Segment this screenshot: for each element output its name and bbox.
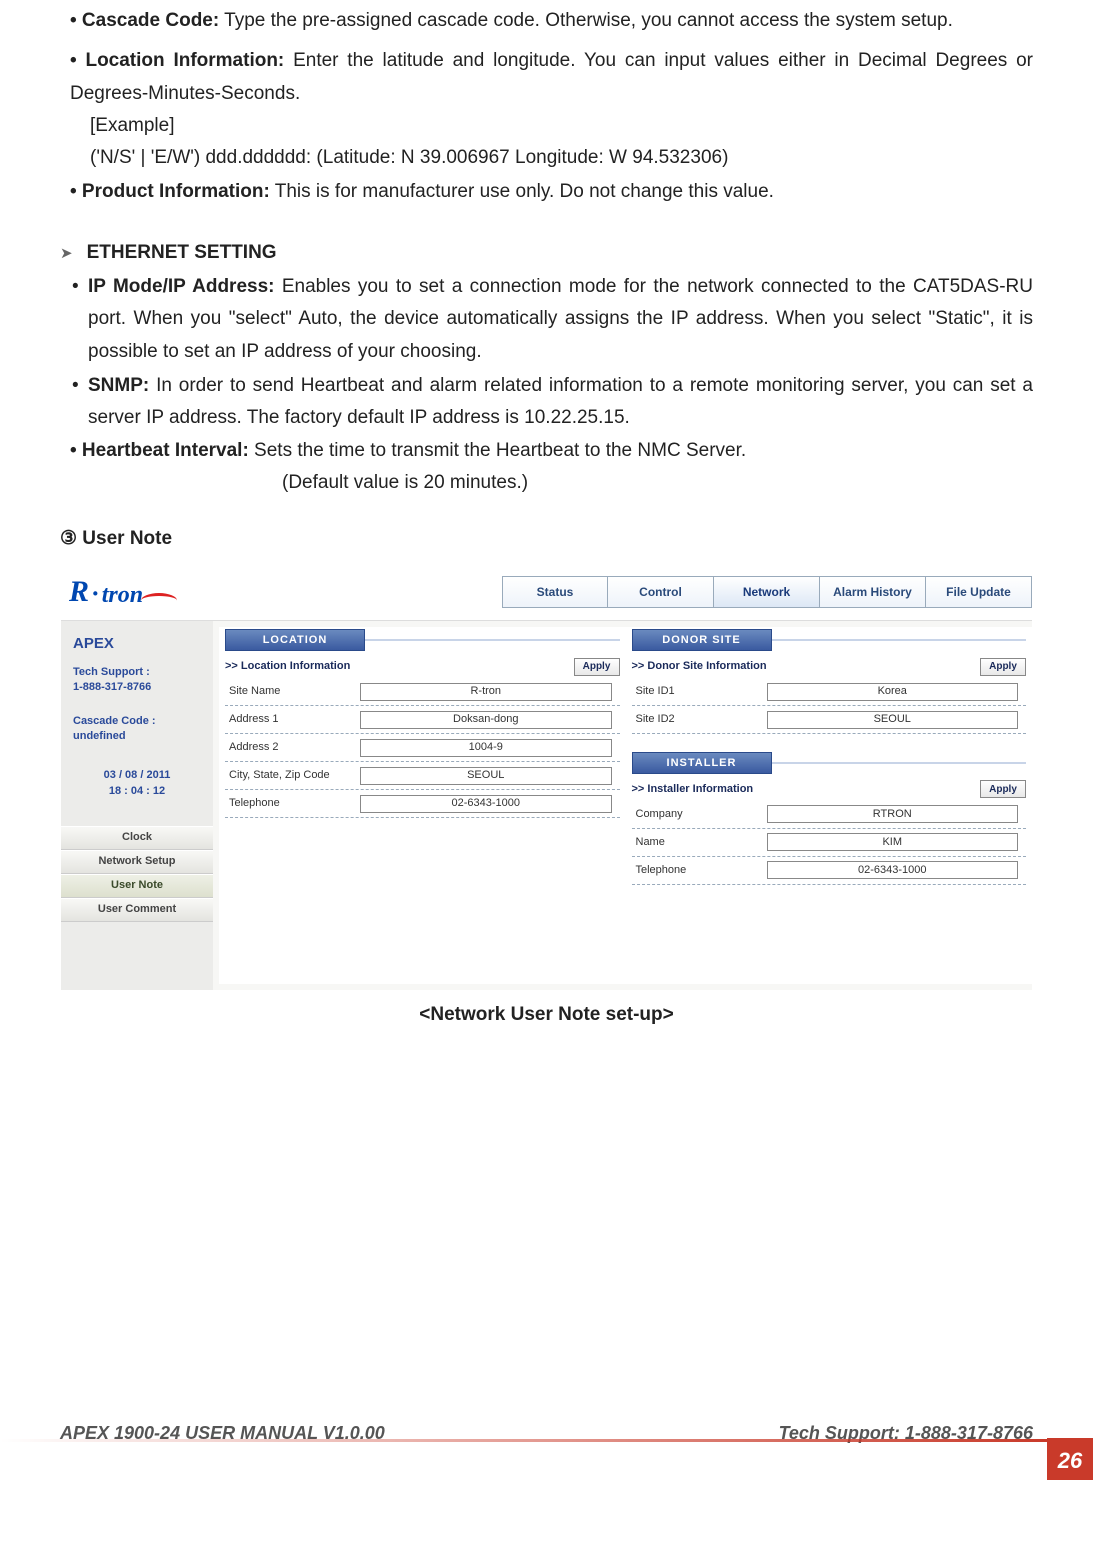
top-tabs: Status Control Network Alarm History Fil… <box>502 576 1032 608</box>
logo-swoosh-icon <box>145 589 181 609</box>
donor-siteid1-label: Site ID1 <box>632 682 767 701</box>
sidebar-item-network-setup[interactable]: Network Setup <box>61 850 213 874</box>
sidebar-cascade-label: Cascade Code : <box>73 714 201 729</box>
tab-control[interactable]: Control <box>608 576 714 608</box>
loc-sitename-input[interactable]: R-tron <box>360 683 612 701</box>
sidebar-brand: APEX <box>61 621 213 661</box>
cascade-code-text: Type the pre-assigned cascade code. Othe… <box>219 10 953 31</box>
bullet-icon: • <box>72 370 88 435</box>
loc-address1-input[interactable]: Doksan-dong <box>360 711 612 729</box>
heartbeat-para: • Heartbeat Interval: Sets the time to t… <box>60 435 1033 467</box>
donor-siteid1-input[interactable]: Korea <box>767 683 1019 701</box>
product-info-text: This is for manufacturer use only. Do no… <box>270 181 774 202</box>
donor-apply-button[interactable]: Apply <box>980 658 1026 676</box>
donor-subheader: >> Donor Site Information <box>632 657 767 676</box>
loc-sitename-label: Site Name <box>225 682 360 701</box>
location-header: LOCATION <box>225 629 365 651</box>
heartbeat-label: • Heartbeat Interval: <box>70 440 249 461</box>
right-panels: DONOR SITE >> Donor Site Information App… <box>626 627 1033 984</box>
sidebar-time: 18 : 04 : 12 <box>73 783 201 800</box>
loc-address2-input[interactable]: 1004-9 <box>360 739 612 757</box>
ipmode-label: IP Mode/IP Address: <box>88 276 274 297</box>
loc-city-input[interactable]: SEOUL <box>360 767 612 785</box>
ethernet-title: ETHERNET SETTING <box>87 237 277 269</box>
donor-header: DONOR SITE <box>632 629 772 651</box>
sidebar-item-clock[interactable]: Clock <box>61 826 213 850</box>
ethernet-heading: ➤ ETHERNET SETTING <box>60 237 1033 269</box>
installer-apply-button[interactable]: Apply <box>980 780 1026 798</box>
user-note-title: ③ User Note <box>60 523 1033 555</box>
sidebar-date: 03 / 08 / 2011 <box>73 767 201 784</box>
sidebar-tech-phone: 1-888-317-8766 <box>73 680 201 695</box>
tab-network[interactable]: Network <box>714 576 820 608</box>
sidebar-cascade-value: undefined <box>73 729 201 744</box>
installer-header: INSTALLER <box>632 752 772 774</box>
loc-address1-label: Address 1 <box>225 710 360 729</box>
inst-telephone-label: Telephone <box>632 861 767 880</box>
inst-name-label: Name <box>632 833 767 852</box>
cascade-code-para: • Cascade Code: Type the pre-assigned ca… <box>60 5 1033 37</box>
tab-alarm-history[interactable]: Alarm History <box>820 576 926 608</box>
sidebar-datetime: 03 / 08 / 2011 18 : 04 : 12 <box>61 749 213 804</box>
location-panel: LOCATION >> Location Information Apply S… <box>219 627 626 984</box>
inst-company-label: Company <box>632 805 767 824</box>
location-apply-button[interactable]: Apply <box>574 658 620 676</box>
inst-company-input[interactable]: RTRON <box>767 805 1019 823</box>
loc-address2-label: Address 2 <box>225 738 360 757</box>
donor-siteid2-input[interactable]: SEOUL <box>767 711 1019 729</box>
sidebar-item-user-note[interactable]: User Note <box>61 874 213 898</box>
rtron-logo: R·tron <box>61 575 181 609</box>
location-subheader: >> Location Information <box>225 657 350 676</box>
product-info-label: • Product Information: <box>70 181 270 202</box>
loc-telephone-label: Telephone <box>225 794 360 813</box>
cascade-code-label: • Cascade Code: <box>70 10 219 31</box>
sidebar-cascade: Cascade Code : undefined <box>61 710 213 749</box>
snmp-text: In order to send Heartbeat and alarm rel… <box>88 375 1033 428</box>
heartbeat-text: Sets the time to transmit the Heartbeat … <box>249 440 746 461</box>
sidebar: APEX Tech Support : 1-888-317-8766 Casca… <box>61 621 213 990</box>
location-info-label: • Location Information: <box>70 50 284 71</box>
screenshot-user-note: R·tron Status Control Network Alarm Hist… <box>60 563 1033 991</box>
donor-siteid2-label: Site ID2 <box>632 710 767 729</box>
location-info-para: • Location Information: Enter the latitu… <box>60 45 1033 110</box>
loc-telephone-input[interactable]: 02-6343-1000 <box>360 795 612 813</box>
example-label: [Example] <box>60 110 1033 142</box>
sidebar-item-user-comment[interactable]: User Comment <box>61 898 213 922</box>
ipmode-para: • IP Mode/IP Address: Enables you to set… <box>60 271 1033 368</box>
example-text: ('N/S' | 'E/W') ddd.dddddd: (Latitude: N… <box>60 142 1033 174</box>
product-info-para: • Product Information: This is for manuf… <box>60 176 1033 208</box>
sidebar-tech-support: Tech Support : 1-888-317-8766 <box>61 661 213 700</box>
bullet-icon: • <box>72 271 88 368</box>
heartbeat-default: (Default value is 20 minutes.) <box>60 467 1033 499</box>
inst-telephone-input[interactable]: 02-6343-1000 <box>767 861 1019 879</box>
inst-name-input[interactable]: KIM <box>767 833 1019 851</box>
screenshot-caption: <Network User Note set-up> <box>60 999 1033 1031</box>
sidebar-tech-label: Tech Support : <box>73 665 201 680</box>
tab-status[interactable]: Status <box>502 576 608 608</box>
arrow-icon: ➤ <box>60 241 73 267</box>
installer-subheader: >> Installer Information <box>632 780 754 799</box>
page-number: 26 <box>1047 1438 1093 1480</box>
tab-file-update[interactable]: File Update <box>926 576 1032 608</box>
snmp-para: • SNMP: In order to send Heartbeat and a… <box>60 370 1033 435</box>
snmp-label: SNMP: <box>88 375 149 396</box>
loc-city-label: City, State, Zip Code <box>225 766 360 785</box>
